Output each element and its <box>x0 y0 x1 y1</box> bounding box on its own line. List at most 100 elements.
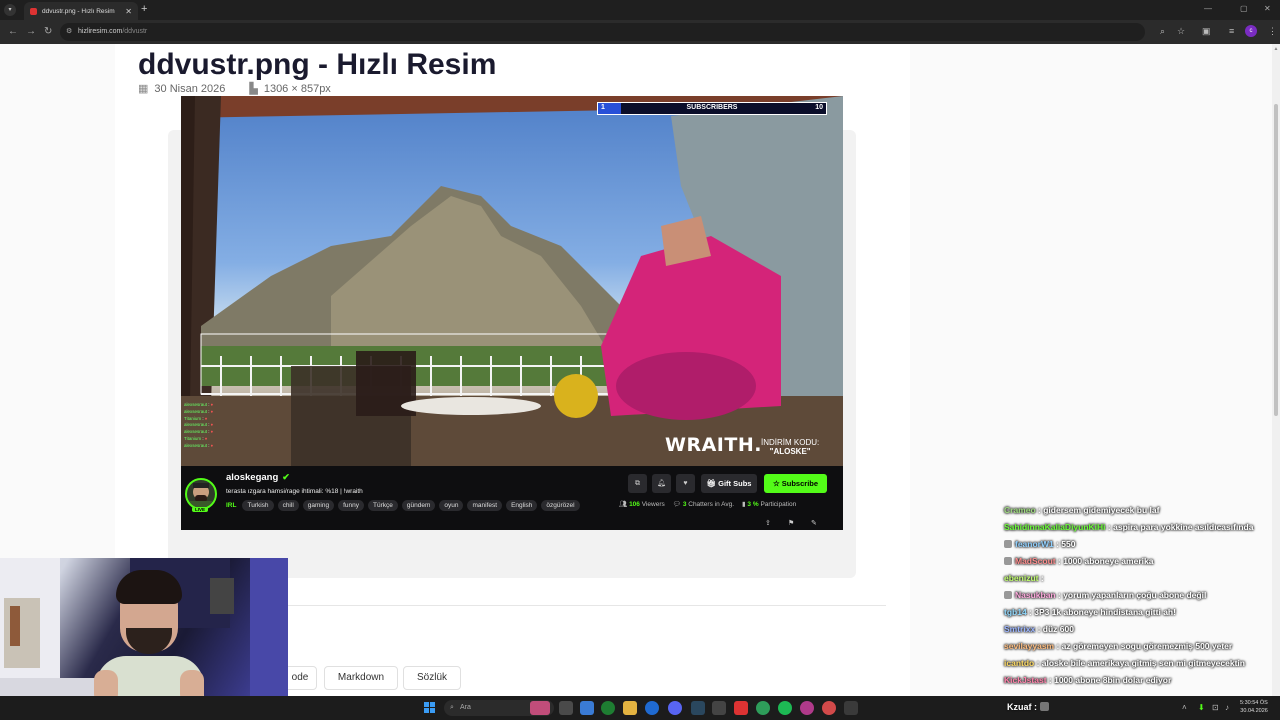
maximize-icon[interactable]: ▢ <box>1240 4 1248 13</box>
tray-app-icon[interactable]: ⬇ <box>1198 703 1205 712</box>
browser-menu-icon[interactable]: ⋮ <box>1268 26 1277 37</box>
steam-icon[interactable] <box>691 701 705 715</box>
flag-icon[interactable]: ⚑ <box>788 519 794 527</box>
overlay-chat-user: ebenizut <box>1004 573 1039 583</box>
stream-tag[interactable]: English <box>506 500 538 511</box>
stream-tag[interactable]: gaming <box>302 500 335 511</box>
overlay-chat-line: SahidinnaKaliaDiyunKiHi : aspira para yo… <box>1004 519 1280 536</box>
chat-badge-icon <box>1004 557 1012 565</box>
volume-icon[interactable]: ♪ <box>1225 703 1229 712</box>
overlay-chat-text: : <box>1040 573 1044 583</box>
overlay-chat-line: ebenizut : <box>1004 570 1280 587</box>
overlay-chat-user: Crameo <box>1004 505 1036 515</box>
overlay-chat-line: icantdo : aloske bile amerikaya gitmiş s… <box>1004 655 1280 672</box>
stream-tag[interactable]: manifest <box>467 500 503 511</box>
calculator-icon[interactable] <box>844 701 858 715</box>
browser-tab-active[interactable]: ddvustr.png - Hızlı Resim ✕ <box>24 2 138 20</box>
extensions-icon[interactable]: ▣ <box>1202 26 1211 37</box>
gift-subs-button[interactable]: 🎁︎ Gift Subs <box>701 474 757 493</box>
stream-tag[interactable]: oyun <box>439 500 464 511</box>
overlay-chat-line: tgb14 : 3P3 1k aboneye hindistana gitti … <box>1004 604 1280 621</box>
new-tab-icon[interactable]: + <box>141 3 147 15</box>
tab-search-icon[interactable]: ▾ <box>4 4 16 16</box>
windows-taskbar: ⌕ Ara ˄ ⬇ ⊡ ♪ 5:30:54 ÖS 30.04.2026 <box>0 696 1280 720</box>
stream-category[interactable]: IRL <box>226 502 236 509</box>
follow-heart-icon[interactable]: ♥ <box>676 474 695 493</box>
taskbar-clock[interactable]: 5:30:54 ÖS 30.04.2026 <box>1240 699 1268 715</box>
promo-code-value: "ALOSKE" <box>769 447 811 456</box>
stream-video-frame: 1 SUBSCRIBERS 10 alexsesraut : ♦ alexsesr… <box>181 96 843 466</box>
overlay-chat-text: : 1000 abone 8bin dolar ediyor <box>1048 675 1172 685</box>
overlay-chat-text: : az göremeyen sogu göremezmiş 500 yeter <box>1056 641 1233 651</box>
chat-badge-icon <box>1004 540 1012 548</box>
network-icon[interactable]: ⊡ <box>1212 703 1219 712</box>
close-window-icon[interactable]: ✕ <box>1264 4 1271 13</box>
task-view-icon[interactable] <box>559 701 573 715</box>
notification-bell-icon[interactable]: 🔔︎ <box>652 474 671 493</box>
edit-icon[interactable]: ✎ <box>811 519 817 527</box>
channel-avatar <box>185 478 217 510</box>
scroll-up-icon[interactable]: ▲ <box>1272 46 1280 52</box>
subscribe-button[interactable]: ☆ Subscribe <box>764 474 827 493</box>
viewers-count: 106 <box>629 501 640 508</box>
browser-tab-bar: ▾ ddvustr.png - Hızlı Resim ✕ + — ▢ ✕ <box>0 0 1280 20</box>
stream-tag[interactable]: funny <box>338 500 364 511</box>
uploaded-image[interactable]: 1 SUBSCRIBERS 10 alexsesraut : ♦ alexsesr… <box>181 96 843 530</box>
app-icon[interactable] <box>712 701 726 715</box>
profile-avatar[interactable]: c <box>1245 25 1257 37</box>
obs-icon[interactable] <box>800 701 814 715</box>
overlay-chat-text: : 550 <box>1056 539 1076 549</box>
promo-code: İNDİRİM KODU: "ALOSKE" <box>761 438 819 456</box>
browser-toolbar: ← → ↻ ⚙ hizliresim.com/ddvustr ⌕ ☆ ▣ ≡ c… <box>0 20 1280 44</box>
tab-title: ddvustr.png - Hızlı Resim <box>42 7 115 15</box>
forward-icon[interactable]: → <box>26 26 36 37</box>
overlay-chat-line: sevilayyasm : az göremeyen sogu göremezm… <box>1004 638 1280 655</box>
clip-icon[interactable]: ⧉ <box>628 474 647 493</box>
back-icon[interactable]: ← <box>8 26 18 37</box>
reload-icon[interactable]: ↻ <box>44 26 52 37</box>
site-info-icon[interactable]: ⚙ <box>66 23 72 41</box>
stream-info-bar: LIVE aloskegang ✔ terasta ızgara hamsi/ra… <box>181 466 843 530</box>
mini-chat-line: Titanium : ♦ <box>184 415 208 421</box>
overlay-chat-line: Crameo : gidersem gidemiyecek bu laf <box>1004 502 1280 519</box>
address-bar[interactable]: ⚙ hizliresim.com/ddvustr <box>60 23 1145 41</box>
stream-tag[interactable]: gündem <box>401 500 436 511</box>
participation-label: Participation <box>760 501 797 508</box>
format-button-code[interactable]: ode <box>283 666 317 690</box>
edge-icon[interactable] <box>645 701 659 715</box>
mini-chat-user: alexsesraut <box>184 422 208 428</box>
overlay-chat-user: tgb14 <box>1004 607 1027 617</box>
chrome-icon[interactable] <box>601 701 615 715</box>
minimize-icon[interactable]: — <box>1204 4 1212 13</box>
stream-tag[interactable]: Turkish <box>242 500 274 511</box>
mail-icon[interactable] <box>734 701 748 715</box>
stream-tag[interactable]: chill <box>277 500 299 511</box>
file-explorer-icon[interactable] <box>623 701 637 715</box>
participation-count: 3 % <box>747 501 759 508</box>
overlay-chat-user: icantdo <box>1004 658 1035 668</box>
format-button-sozluk[interactable]: Sözlük <box>403 666 461 690</box>
tray-chevron-icon[interactable]: ˄ <box>1182 703 1187 712</box>
overlay-chat-text: : gidersem gidemiyecek bu laf <box>1038 505 1160 515</box>
media-icon[interactable]: ≡ <box>1229 26 1234 36</box>
widgets-icon[interactable] <box>580 701 594 715</box>
recorder-icon[interactable] <box>822 701 836 715</box>
channel-name[interactable]: aloskegang <box>226 472 278 483</box>
bookmark-star-icon[interactable]: ☆ <box>1177 26 1185 37</box>
spotify-icon[interactable] <box>778 701 792 715</box>
search-highlight-icon[interactable] <box>530 701 550 715</box>
viewers-label: Viewers <box>641 501 665 508</box>
close-tab-icon[interactable]: ✕ <box>125 7 132 16</box>
start-menu-icon[interactable] <box>424 702 436 714</box>
subscribers-goal-bar: 1 SUBSCRIBERS 10 <box>597 102 827 115</box>
zoom-icon[interactable]: ⌕ <box>1160 26 1165 37</box>
whatsapp-icon[interactable] <box>756 701 770 715</box>
format-button-markdown[interactable]: Markdown <box>324 666 398 690</box>
share-icon[interactable]: ⇪ <box>765 519 771 527</box>
stream-tag[interactable]: Türkçe <box>368 500 398 511</box>
stream-tag[interactable]: özgürözel <box>541 500 580 511</box>
overlay-chat-user: Nasukban <box>1015 590 1056 600</box>
overlay-chat-user: SahidinnaKaliaDiyunKiHi <box>1004 522 1106 532</box>
discord-icon[interactable] <box>668 701 682 715</box>
scrollbar-thumb[interactable] <box>1274 104 1278 416</box>
